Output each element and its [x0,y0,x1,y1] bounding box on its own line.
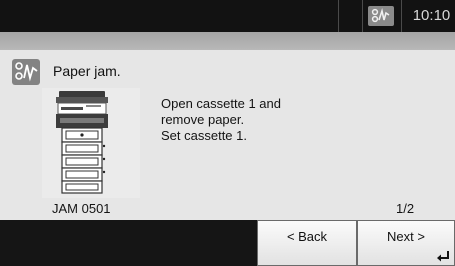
jam-code: JAM 0501 [52,201,111,216]
alert-title: Paper jam. [53,63,121,79]
message-line: remove paper. [161,112,245,127]
status-divider [338,0,339,32]
page-indicator: 1/2 [396,201,415,216]
status-divider [362,0,363,32]
message-line: Open cassette 1 and [161,96,281,111]
back-button[interactable]: < Back [257,220,357,266]
paper-jam-icon [12,59,40,85]
back-button-label: < Back [286,229,328,244]
status-paper-jam-icon[interactable] [368,6,394,26]
next-button-label: Next > [387,229,425,244]
panel-screen: 10:10 Paper jam. Open cassette 1 and rem… [0,0,455,266]
enter-icon [437,251,449,262]
header-band [0,32,455,50]
next-button[interactable]: Next > [357,220,455,266]
message-line: Set cassette 1. [161,128,247,143]
printer-illustration [56,91,108,194]
clock: 10:10 [412,7,451,24]
status-divider [401,0,402,32]
alert-message: Open cassette 1 and remove paper. Set ca… [161,96,281,144]
